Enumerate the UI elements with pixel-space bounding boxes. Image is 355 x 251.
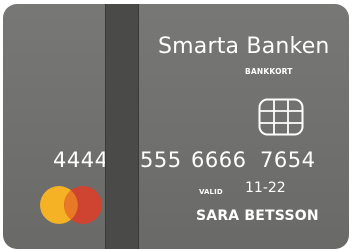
card-number-group-1: 4444 <box>53 148 109 172</box>
vertical-stripe <box>105 4 139 249</box>
card-type-label: BANKKORT <box>245 67 293 76</box>
chip-icon <box>258 98 304 136</box>
cardholder-name: SARA BETSSON <box>196 208 319 224</box>
card-number-group-4: 7654 <box>260 148 316 172</box>
card-number-group-3: 6666 <box>191 148 247 172</box>
valid-date: 11-22 <box>245 180 286 196</box>
bank-name: Smarta Banken <box>158 34 330 59</box>
mastercard-logo <box>40 186 102 224</box>
bank-card: Smarta Banken BANKKORT 4444 555 6666 765… <box>3 4 349 249</box>
valid-label: VALID <box>199 188 223 196</box>
card-number-group-2: 555 <box>140 148 182 172</box>
